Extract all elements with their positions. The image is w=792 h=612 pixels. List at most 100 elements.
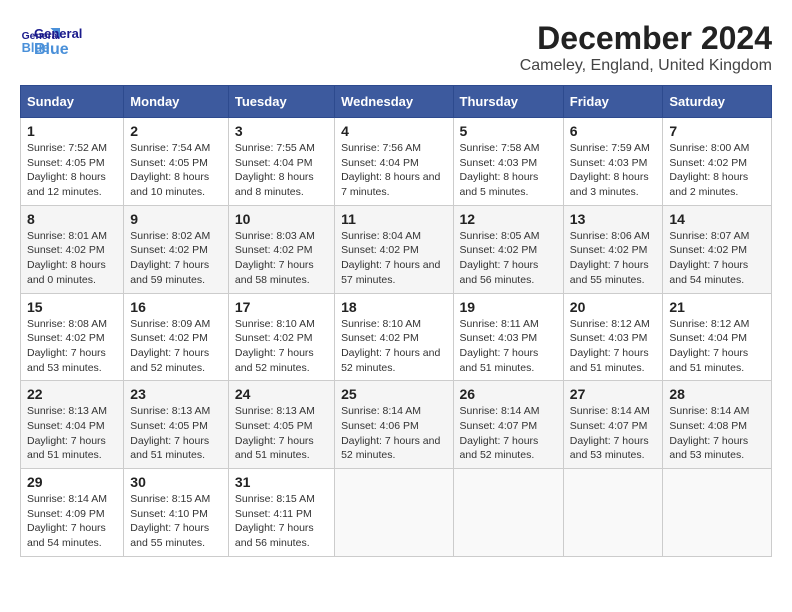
day-info: Sunrise: 8:01 AMSunset: 4:02 PMDaylight:… [27,230,107,286]
day-number: 21 [669,299,765,315]
calendar-week-row: 8 Sunrise: 8:01 AMSunset: 4:02 PMDayligh… [21,205,772,293]
table-row: 4 Sunrise: 7:56 AMSunset: 4:04 PMDayligh… [335,118,453,206]
day-number: 12 [460,211,557,227]
day-info: Sunrise: 8:13 AMSunset: 4:04 PMDaylight:… [27,405,107,461]
day-info: Sunrise: 8:10 AMSunset: 4:02 PMDaylight:… [235,318,315,374]
day-number: 16 [130,299,222,315]
table-row: 31 Sunrise: 8:15 AMSunset: 4:11 PMDaylig… [228,469,334,557]
table-row: 7 Sunrise: 8:00 AMSunset: 4:02 PMDayligh… [663,118,772,206]
day-number: 23 [130,386,222,402]
day-info: Sunrise: 7:55 AMSunset: 4:04 PMDaylight:… [235,142,315,198]
day-info: Sunrise: 8:13 AMSunset: 4:05 PMDaylight:… [130,405,210,461]
table-row: 16 Sunrise: 8:09 AMSunset: 4:02 PMDaylig… [124,293,229,381]
day-info: Sunrise: 8:08 AMSunset: 4:02 PMDaylight:… [27,318,107,374]
day-number: 10 [235,211,328,227]
day-info: Sunrise: 8:13 AMSunset: 4:05 PMDaylight:… [235,405,315,461]
col-sunday: Sunday [21,86,124,118]
day-info: Sunrise: 8:14 AMSunset: 4:07 PMDaylight:… [460,405,540,461]
day-info: Sunrise: 7:56 AMSunset: 4:04 PMDaylight:… [341,142,440,198]
day-number: 17 [235,299,328,315]
table-row: 28 Sunrise: 8:14 AMSunset: 4:08 PMDaylig… [663,381,772,469]
day-number: 1 [27,123,117,139]
table-row: 3 Sunrise: 7:55 AMSunset: 4:04 PMDayligh… [228,118,334,206]
col-monday: Monday [124,86,229,118]
table-row [563,469,663,557]
table-row: 12 Sunrise: 8:05 AMSunset: 4:02 PMDaylig… [453,205,563,293]
day-info: Sunrise: 8:04 AMSunset: 4:02 PMDaylight:… [341,230,440,286]
logo-blue-text: Blue [34,41,82,59]
calendar-week-row: 29 Sunrise: 8:14 AMSunset: 4:09 PMDaylig… [21,469,772,557]
day-number: 9 [130,211,222,227]
table-row: 6 Sunrise: 7:59 AMSunset: 4:03 PMDayligh… [563,118,663,206]
table-row: 26 Sunrise: 8:14 AMSunset: 4:07 PMDaylig… [453,381,563,469]
day-info: Sunrise: 8:12 AMSunset: 4:03 PMDaylight:… [570,318,650,374]
day-info: Sunrise: 8:14 AMSunset: 4:08 PMDaylight:… [669,405,749,461]
day-number: 30 [130,474,222,490]
table-row: 13 Sunrise: 8:06 AMSunset: 4:02 PMDaylig… [563,205,663,293]
day-number: 28 [669,386,765,402]
logo: General Blue General Blue [20,20,82,60]
table-row: 10 Sunrise: 8:03 AMSunset: 4:02 PMDaylig… [228,205,334,293]
day-info: Sunrise: 8:14 AMSunset: 4:09 PMDaylight:… [27,493,107,549]
table-row: 2 Sunrise: 7:54 AMSunset: 4:05 PMDayligh… [124,118,229,206]
table-row: 24 Sunrise: 8:13 AMSunset: 4:05 PMDaylig… [228,381,334,469]
day-number: 29 [27,474,117,490]
table-row [663,469,772,557]
table-row: 14 Sunrise: 8:07 AMSunset: 4:02 PMDaylig… [663,205,772,293]
col-tuesday: Tuesday [228,86,334,118]
day-number: 18 [341,299,446,315]
day-number: 25 [341,386,446,402]
day-info: Sunrise: 7:52 AMSunset: 4:05 PMDaylight:… [27,142,107,198]
page-header: General Blue General Blue December 2024 … [20,20,772,75]
day-info: Sunrise: 7:59 AMSunset: 4:03 PMDaylight:… [570,142,650,198]
day-number: 27 [570,386,657,402]
day-number: 31 [235,474,328,490]
logo-general-text: General [34,26,82,41]
page-title: December 2024 [520,20,772,57]
day-info: Sunrise: 8:14 AMSunset: 4:06 PMDaylight:… [341,405,440,461]
day-number: 26 [460,386,557,402]
day-number: 6 [570,123,657,139]
table-row: 23 Sunrise: 8:13 AMSunset: 4:05 PMDaylig… [124,381,229,469]
day-number: 2 [130,123,222,139]
table-row: 30 Sunrise: 8:15 AMSunset: 4:10 PMDaylig… [124,469,229,557]
day-info: Sunrise: 8:12 AMSunset: 4:04 PMDaylight:… [669,318,749,374]
day-info: Sunrise: 8:00 AMSunset: 4:02 PMDaylight:… [669,142,749,198]
table-row: 17 Sunrise: 8:10 AMSunset: 4:02 PMDaylig… [228,293,334,381]
day-number: 3 [235,123,328,139]
day-number: 11 [341,211,446,227]
title-section: December 2024 Cameley, England, United K… [520,20,772,75]
table-row: 21 Sunrise: 8:12 AMSunset: 4:04 PMDaylig… [663,293,772,381]
day-number: 7 [669,123,765,139]
day-info: Sunrise: 8:11 AMSunset: 4:03 PMDaylight:… [460,318,539,374]
day-info: Sunrise: 8:15 AMSunset: 4:10 PMDaylight:… [130,493,210,549]
day-info: Sunrise: 8:14 AMSunset: 4:07 PMDaylight:… [570,405,650,461]
day-number: 20 [570,299,657,315]
table-row: 22 Sunrise: 8:13 AMSunset: 4:04 PMDaylig… [21,381,124,469]
day-number: 8 [27,211,117,227]
table-row: 5 Sunrise: 7:58 AMSunset: 4:03 PMDayligh… [453,118,563,206]
table-row: 25 Sunrise: 8:14 AMSunset: 4:06 PMDaylig… [335,381,453,469]
table-row: 11 Sunrise: 8:04 AMSunset: 4:02 PMDaylig… [335,205,453,293]
table-row: 19 Sunrise: 8:11 AMSunset: 4:03 PMDaylig… [453,293,563,381]
day-number: 22 [27,386,117,402]
day-info: Sunrise: 8:15 AMSunset: 4:11 PMDaylight:… [235,493,315,549]
day-number: 19 [460,299,557,315]
day-info: Sunrise: 8:07 AMSunset: 4:02 PMDaylight:… [669,230,749,286]
day-number: 14 [669,211,765,227]
table-row: 27 Sunrise: 8:14 AMSunset: 4:07 PMDaylig… [563,381,663,469]
table-row [335,469,453,557]
day-info: Sunrise: 8:02 AMSunset: 4:02 PMDaylight:… [130,230,210,286]
calendar-table: Sunday Monday Tuesday Wednesday Thursday… [20,85,772,557]
day-info: Sunrise: 8:03 AMSunset: 4:02 PMDaylight:… [235,230,315,286]
calendar-week-row: 15 Sunrise: 8:08 AMSunset: 4:02 PMDaylig… [21,293,772,381]
table-row: 8 Sunrise: 8:01 AMSunset: 4:02 PMDayligh… [21,205,124,293]
col-thursday: Thursday [453,86,563,118]
page-subtitle: Cameley, England, United Kingdom [520,57,772,75]
calendar-header-row: Sunday Monday Tuesday Wednesday Thursday… [21,86,772,118]
table-row: 20 Sunrise: 8:12 AMSunset: 4:03 PMDaylig… [563,293,663,381]
day-info: Sunrise: 8:09 AMSunset: 4:02 PMDaylight:… [130,318,210,374]
day-number: 13 [570,211,657,227]
day-info: Sunrise: 8:06 AMSunset: 4:02 PMDaylight:… [570,230,650,286]
calendar-week-row: 1 Sunrise: 7:52 AMSunset: 4:05 PMDayligh… [21,118,772,206]
